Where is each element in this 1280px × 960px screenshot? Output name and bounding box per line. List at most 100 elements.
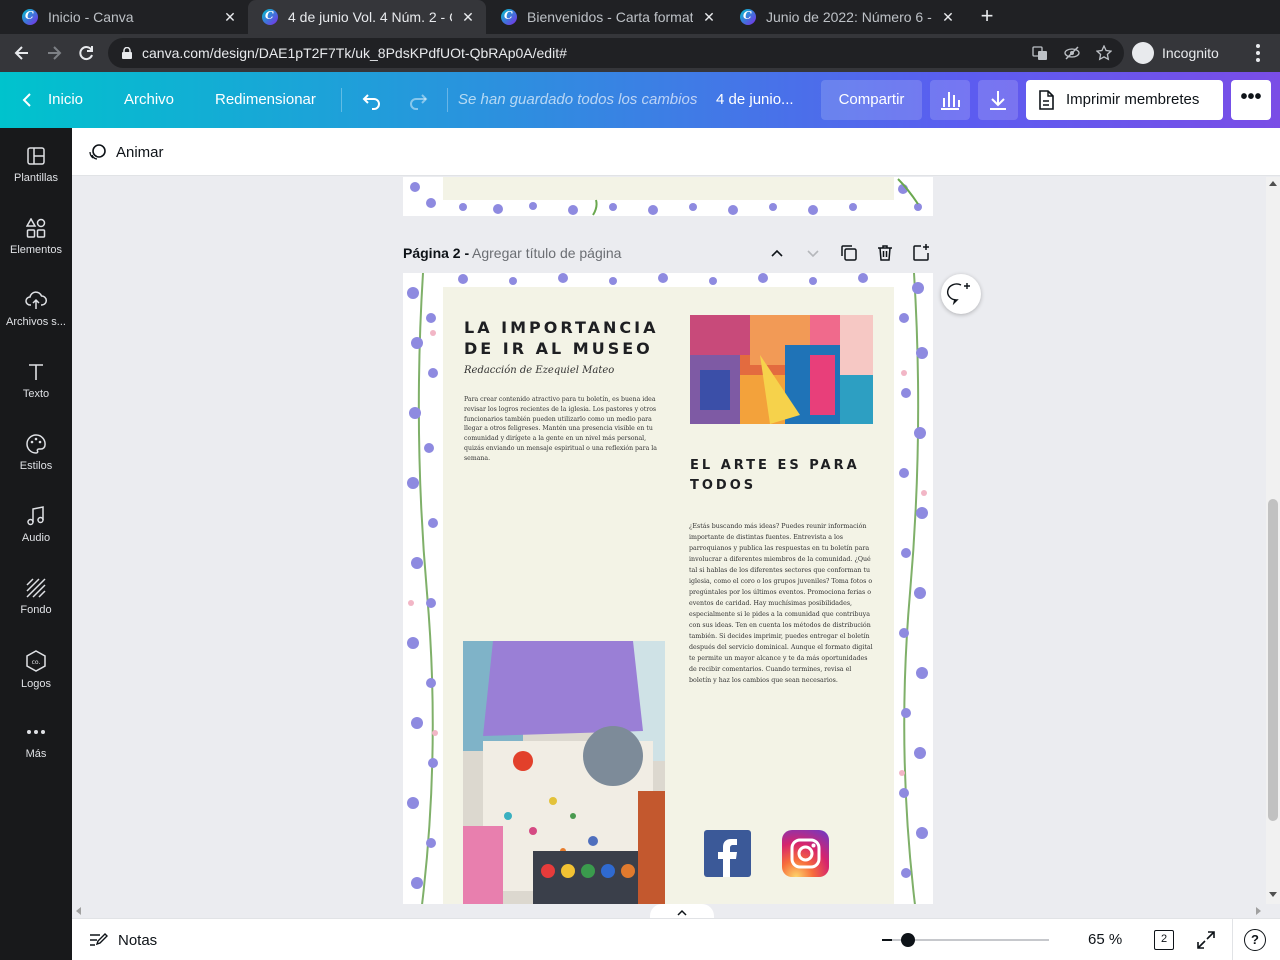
tab-title: Inicio - Canva bbox=[48, 9, 134, 25]
sidebar-item-label: Archivos s... bbox=[6, 316, 66, 328]
back-icon[interactable] bbox=[11, 42, 33, 64]
insights-button[interactable] bbox=[930, 80, 970, 120]
palette-icon bbox=[26, 434, 46, 454]
tab-title: Bienvenidos - Carta format bbox=[527, 9, 693, 25]
help-icon[interactable]: ? bbox=[1244, 929, 1266, 951]
fullscreen-icon[interactable] bbox=[1196, 930, 1216, 950]
sidebar-item-label: Estilos bbox=[19, 460, 53, 472]
horizontal-scrollbar[interactable] bbox=[72, 904, 1266, 918]
bookmark-star-icon[interactable] bbox=[1095, 44, 1113, 61]
file-menu-button[interactable]: Archivo bbox=[124, 72, 174, 128]
elements-icon bbox=[26, 218, 46, 238]
canva-favicon-icon bbox=[740, 9, 756, 25]
browser-menu-icon[interactable] bbox=[1250, 42, 1266, 69]
chevron-up-icon bbox=[677, 909, 687, 916]
chevron-left-icon bbox=[22, 93, 31, 107]
instagram-icon[interactable] bbox=[782, 830, 829, 877]
redo-icon[interactable] bbox=[406, 88, 430, 112]
sidebar-item-elements[interactable]: Elementos bbox=[0, 200, 72, 272]
sidebar-item-text[interactable]: Texto bbox=[0, 344, 72, 416]
article-body[interactable]: Para crear contenido atractivo para tu b… bbox=[464, 395, 664, 464]
browser-tab[interactable]: Inicio - Canva ✕ bbox=[8, 0, 248, 34]
sidebar-item-label: Más bbox=[25, 748, 47, 760]
resize-button[interactable]: Redimensionar bbox=[215, 72, 316, 128]
context-toolbar: Animar bbox=[72, 128, 1280, 176]
share-button[interactable]: Compartir bbox=[821, 80, 922, 120]
translate-icon[interactable] bbox=[1032, 45, 1048, 61]
tab-title: 4 de junio Vol. 4 Núm. 2 - C bbox=[288, 9, 452, 25]
browser-address-bar: canva.com/design/DAE1pT2F7Tk/uk_8PdsKPdf… bbox=[0, 34, 1280, 72]
vertical-scroll-thumb[interactable] bbox=[1268, 499, 1278, 821]
animate-button[interactable]: Animar bbox=[88, 128, 164, 176]
tab-title: Junio de 2022: Número 6 - bbox=[766, 9, 932, 25]
print-button[interactable]: Imprimir membretes bbox=[1026, 80, 1223, 120]
new-tab-button[interactable]: + bbox=[976, 5, 998, 27]
templates-icon bbox=[27, 147, 45, 165]
home-button[interactable]: Inicio bbox=[20, 72, 83, 128]
download-button[interactable] bbox=[978, 80, 1018, 120]
lock-icon bbox=[122, 47, 132, 59]
canvas-workspace[interactable]: Página 2 - Agregar título de página LA I… bbox=[72, 177, 1266, 904]
sidebar-item-styles[interactable]: Estilos bbox=[0, 416, 72, 488]
notes-button[interactable]: Notas bbox=[88, 919, 157, 960]
close-tab-icon[interactable]: ✕ bbox=[222, 9, 238, 26]
bar-chart-icon bbox=[941, 92, 960, 110]
move-page-up-icon[interactable] bbox=[767, 243, 787, 263]
browser-tab[interactable]: Bienvenidos - Carta format ✕ bbox=[487, 0, 727, 34]
browser-tab[interactable]: Junio de 2022: Número 6 - ✕ bbox=[726, 0, 966, 34]
child-painting-photo[interactable] bbox=[463, 641, 665, 904]
move-page-down-icon[interactable] bbox=[803, 243, 823, 263]
comment-add-icon bbox=[946, 283, 970, 306]
floral-border-top bbox=[458, 273, 868, 285]
browser-tab-active[interactable]: 4 de junio Vol. 4 Núm. 2 - C ✕ bbox=[248, 0, 486, 34]
url-field[interactable]: canva.com/design/DAE1pT2F7Tk/uk_8PdsKPdf… bbox=[108, 38, 1124, 68]
duplicate-page-icon[interactable] bbox=[839, 243, 859, 263]
zoom-percentage[interactable]: 65 % bbox=[1088, 919, 1122, 960]
sidebar-item-more[interactable]: Más bbox=[0, 704, 72, 776]
sidebar-item-audio[interactable]: Audio bbox=[0, 488, 72, 560]
add-comment-button[interactable] bbox=[941, 274, 981, 314]
sidebar-item-background[interactable]: Fondo bbox=[0, 560, 72, 632]
browser-tab-bar: Inicio - Canva ✕ 4 de junio Vol. 4 Núm. … bbox=[0, 0, 1280, 34]
scroll-left-icon[interactable] bbox=[75, 907, 81, 915]
close-tab-icon[interactable]: ✕ bbox=[701, 9, 717, 26]
forward-icon[interactable] bbox=[43, 42, 65, 64]
article-title[interactable]: LA IMPORTANCIA DE IR AL MUSEO bbox=[464, 317, 684, 359]
article-byline[interactable]: Redacción de Ezequiel Mateo bbox=[464, 365, 614, 376]
abstract-painting-image[interactable] bbox=[690, 315, 873, 424]
section-body[interactable]: ¿Estás buscando más ideas? Puedes reunir… bbox=[689, 521, 873, 686]
more-options-button[interactable]: ••• bbox=[1231, 80, 1271, 120]
page-title-input[interactable]: Agregar título de página bbox=[472, 245, 621, 261]
close-tab-icon[interactable]: ✕ bbox=[460, 9, 476, 26]
floral-border-left bbox=[407, 273, 438, 904]
zoom-slider-handle[interactable] bbox=[900, 933, 915, 947]
tracking-blocked-icon[interactable] bbox=[1064, 45, 1080, 61]
background-icon bbox=[26, 578, 46, 598]
zoom-slider[interactable] bbox=[892, 939, 1049, 941]
incognito-indicator[interactable]: Incognito bbox=[1132, 39, 1219, 67]
delete-page-icon[interactable] bbox=[875, 243, 895, 263]
section-title[interactable]: EL ARTE ES PARA TODOS bbox=[690, 456, 880, 496]
sidebar-item-logos[interactable]: co. Logos bbox=[0, 632, 72, 704]
scroll-down-icon[interactable] bbox=[1269, 892, 1277, 898]
show-pages-toggle[interactable] bbox=[650, 904, 714, 918]
scroll-up-icon[interactable] bbox=[1269, 180, 1277, 186]
undo-icon[interactable] bbox=[360, 88, 384, 112]
page-count-button[interactable]: 2 bbox=[1154, 930, 1174, 950]
facebook-icon[interactable] bbox=[704, 830, 751, 877]
page-1-bottom[interactable] bbox=[403, 177, 933, 216]
zoom-out-icon[interactable] bbox=[882, 939, 892, 941]
sidebar-item-label: Texto bbox=[22, 388, 50, 400]
canva-favicon-icon bbox=[501, 9, 517, 25]
sidebar-item-label: Elementos bbox=[10, 244, 62, 256]
sidebar-item-templates[interactable]: Plantillas bbox=[0, 128, 72, 200]
scroll-right-icon[interactable] bbox=[1256, 907, 1262, 915]
add-page-icon[interactable] bbox=[911, 243, 931, 263]
vertical-scrollbar[interactable] bbox=[1266, 177, 1280, 904]
document-title[interactable]: 4 de junio... bbox=[716, 72, 794, 128]
sidebar-item-label: Logos bbox=[21, 678, 51, 690]
sidebar-item-uploads[interactable]: Archivos s... bbox=[0, 272, 72, 344]
reload-icon[interactable] bbox=[75, 42, 97, 64]
close-tab-icon[interactable]: ✕ bbox=[940, 9, 956, 26]
design-page-2[interactable]: LA IMPORTANCIA DE IR AL MUSEO Redacción … bbox=[403, 273, 933, 904]
